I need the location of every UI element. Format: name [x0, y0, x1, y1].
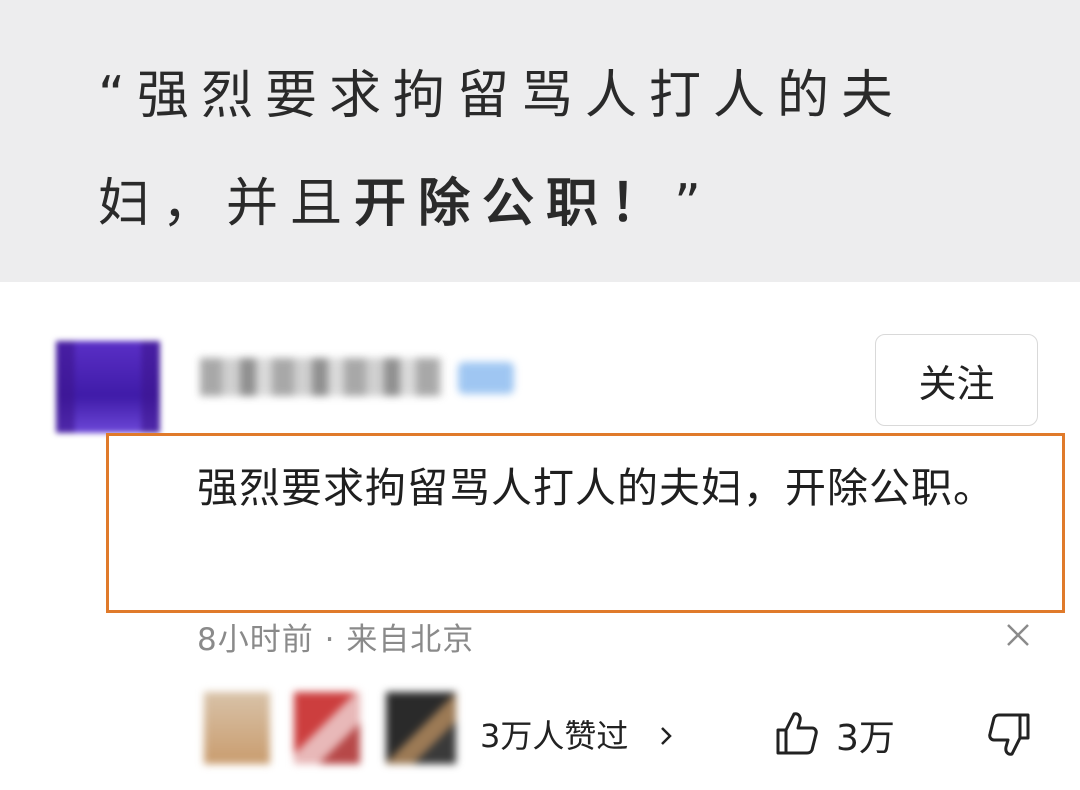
liker-avatar[interactable]	[386, 692, 456, 764]
comment-text: 强烈要求拘留骂人打人的夫妇，开除公职。	[197, 464, 995, 512]
liker-avatar[interactable]	[204, 692, 270, 764]
quote-text: “强烈要求拘留骂人打人的夫 妇，并且开除公职！”	[98, 42, 1018, 258]
quote-close-mark: ”	[674, 174, 713, 234]
meta-separator: ·	[324, 622, 336, 658]
quote-banner: “强烈要求拘留骂人打人的夫 妇，并且开除公职！”	[0, 0, 1080, 282]
quote-line-2-bold: 开除公职！	[354, 174, 675, 234]
comment-location: 来自北京	[346, 622, 475, 658]
quote-line-1: 强烈要求拘留骂人打人的夫	[136, 66, 905, 126]
quote-line-2-lead: 妇，并且	[98, 174, 355, 234]
comment-highlight-box: 强烈要求拘留骂人打人的夫妇，开除公职。	[106, 433, 1065, 613]
liker-avatar[interactable]	[294, 692, 360, 764]
follow-button[interactable]: 关注	[875, 334, 1038, 426]
like-count: 3万	[836, 718, 895, 759]
likers-summary-link[interactable]: 3万人赞过	[480, 711, 628, 757]
quote-open-mark: “	[98, 66, 137, 126]
comment-meta: 8小时前 · 来自北京	[197, 614, 474, 659]
follow-button-label: 关注	[918, 361, 995, 406]
username-blurred[interactable]	[200, 358, 442, 396]
thumbs-up-icon[interactable]	[775, 710, 819, 756]
avatar[interactable]	[56, 341, 160, 433]
chevron-right-icon[interactable]	[659, 726, 673, 746]
thumbs-down-icon[interactable]	[987, 712, 1031, 758]
user-badge-blurred	[458, 362, 514, 394]
comment-time: 8小时前	[197, 622, 314, 658]
close-icon[interactable]	[1003, 620, 1033, 650]
